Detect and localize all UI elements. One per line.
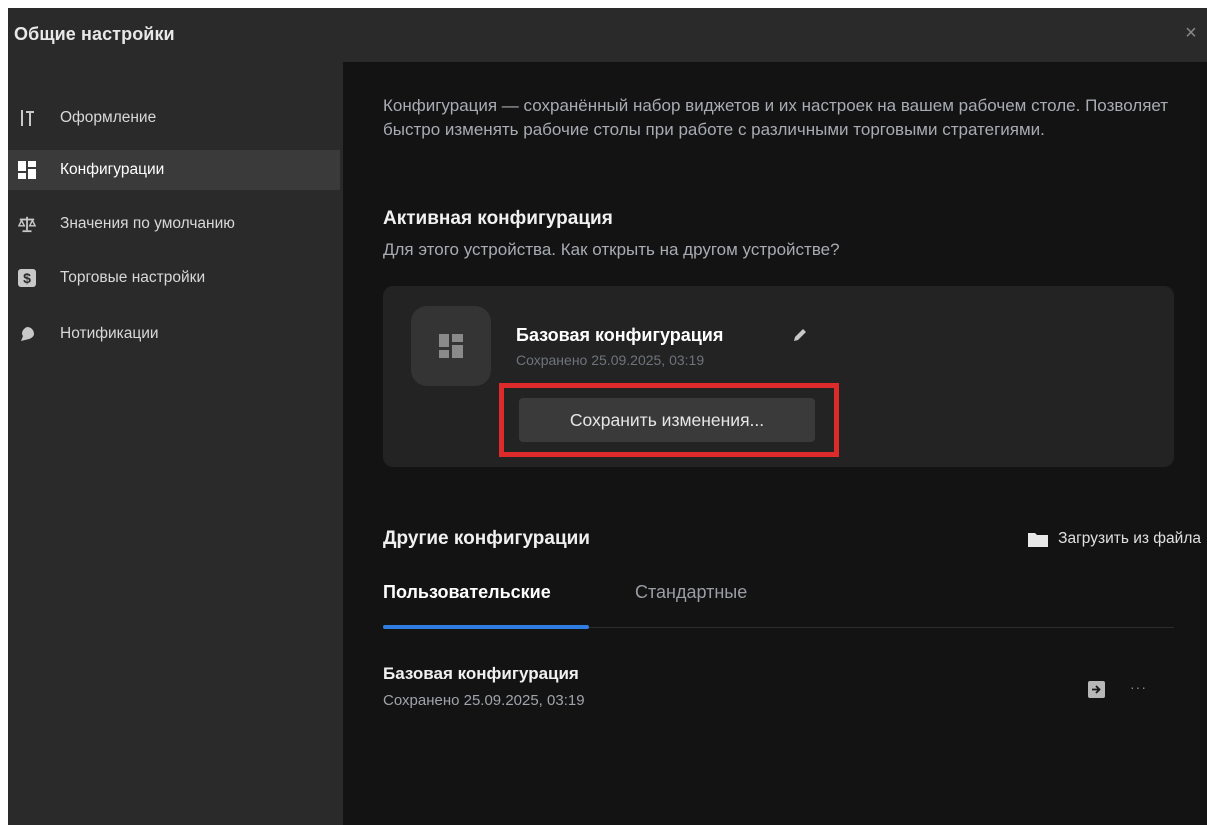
layout-icon — [439, 334, 463, 358]
window-title: Общие настройки — [14, 24, 175, 44]
active-config-saved: Сохранено 25.09.2025, 03:19 — [516, 352, 705, 368]
tab-active-indicator — [383, 625, 589, 629]
title-bar: Общие настройки × — [8, 8, 1207, 62]
settings-window: Общие настройки × Оформление Конфигураци… — [8, 8, 1207, 825]
sidebar: Оформление Конфигурации Значения по умол… — [8, 62, 343, 825]
svg-text:$: $ — [23, 270, 31, 286]
other-configs-title: Другие конфигурации — [383, 528, 590, 549]
sidebar-item-label: Торговые настройки — [60, 269, 206, 286]
active-config-subtitle: Для этого устройства. Как открыть на дру… — [383, 240, 840, 259]
main-content: Конфигурация — сохранённый набор виджето… — [343, 62, 1207, 825]
scales-icon — [18, 215, 36, 233]
sidebar-item-label: Значения по умолчанию — [60, 215, 235, 232]
sidebar-item-label: Нотификации — [60, 325, 159, 342]
more-options-icon[interactable]: ··· — [1130, 679, 1147, 695]
folder-icon — [1028, 532, 1049, 547]
pencil-icon[interactable] — [791, 326, 809, 344]
sidebar-item-label: Оформление — [60, 109, 157, 126]
sidebar-item-defaults[interactable]: Значения по умолчанию — [8, 204, 340, 244]
dollar-icon: $ — [18, 269, 36, 287]
active-config-title: Активная конфигурация — [383, 208, 613, 229]
sidebar-item-label: Конфигурации — [60, 161, 165, 178]
sidebar-item-notifications[interactable]: Нотификации — [8, 314, 340, 354]
load-from-file-label: Загрузить из файла — [1058, 530, 1201, 547]
layout-icon — [18, 161, 36, 179]
save-changes-button[interactable]: Сохранить изменения... — [519, 398, 815, 442]
config-name: Базовая конфигурация — [383, 664, 579, 683]
active-config-name: Базовая конфигурация — [516, 325, 724, 345]
close-icon[interactable]: × — [1181, 22, 1201, 44]
active-config-card: Базовая конфигурация Сохранено 25.09.202… — [383, 286, 1174, 467]
tab-standard[interactable]: Стандартные — [635, 582, 747, 603]
load-from-file-button[interactable]: Загрузить из файла — [1028, 530, 1201, 548]
config-tile — [411, 306, 491, 386]
sidebar-item-configurations[interactable]: Конфигурации — [8, 150, 340, 190]
sidebar-item-trading[interactable]: $ Торговые настройки — [8, 258, 340, 298]
apply-config-icon[interactable] — [1088, 681, 1105, 698]
configuration-description: Конфигурация — сохранённый набор виджето… — [383, 96, 1169, 139]
tab-custom[interactable]: Пользовательские — [383, 582, 551, 603]
list-item[interactable]: Базовая конфигурация Сохранено 25.09.202… — [383, 658, 1174, 718]
appearance-icon — [18, 109, 36, 127]
config-saved: Сохранено 25.09.2025, 03:19 — [383, 692, 585, 709]
sidebar-item-appearance[interactable]: Оформление — [8, 98, 340, 138]
notification-icon — [18, 325, 36, 343]
